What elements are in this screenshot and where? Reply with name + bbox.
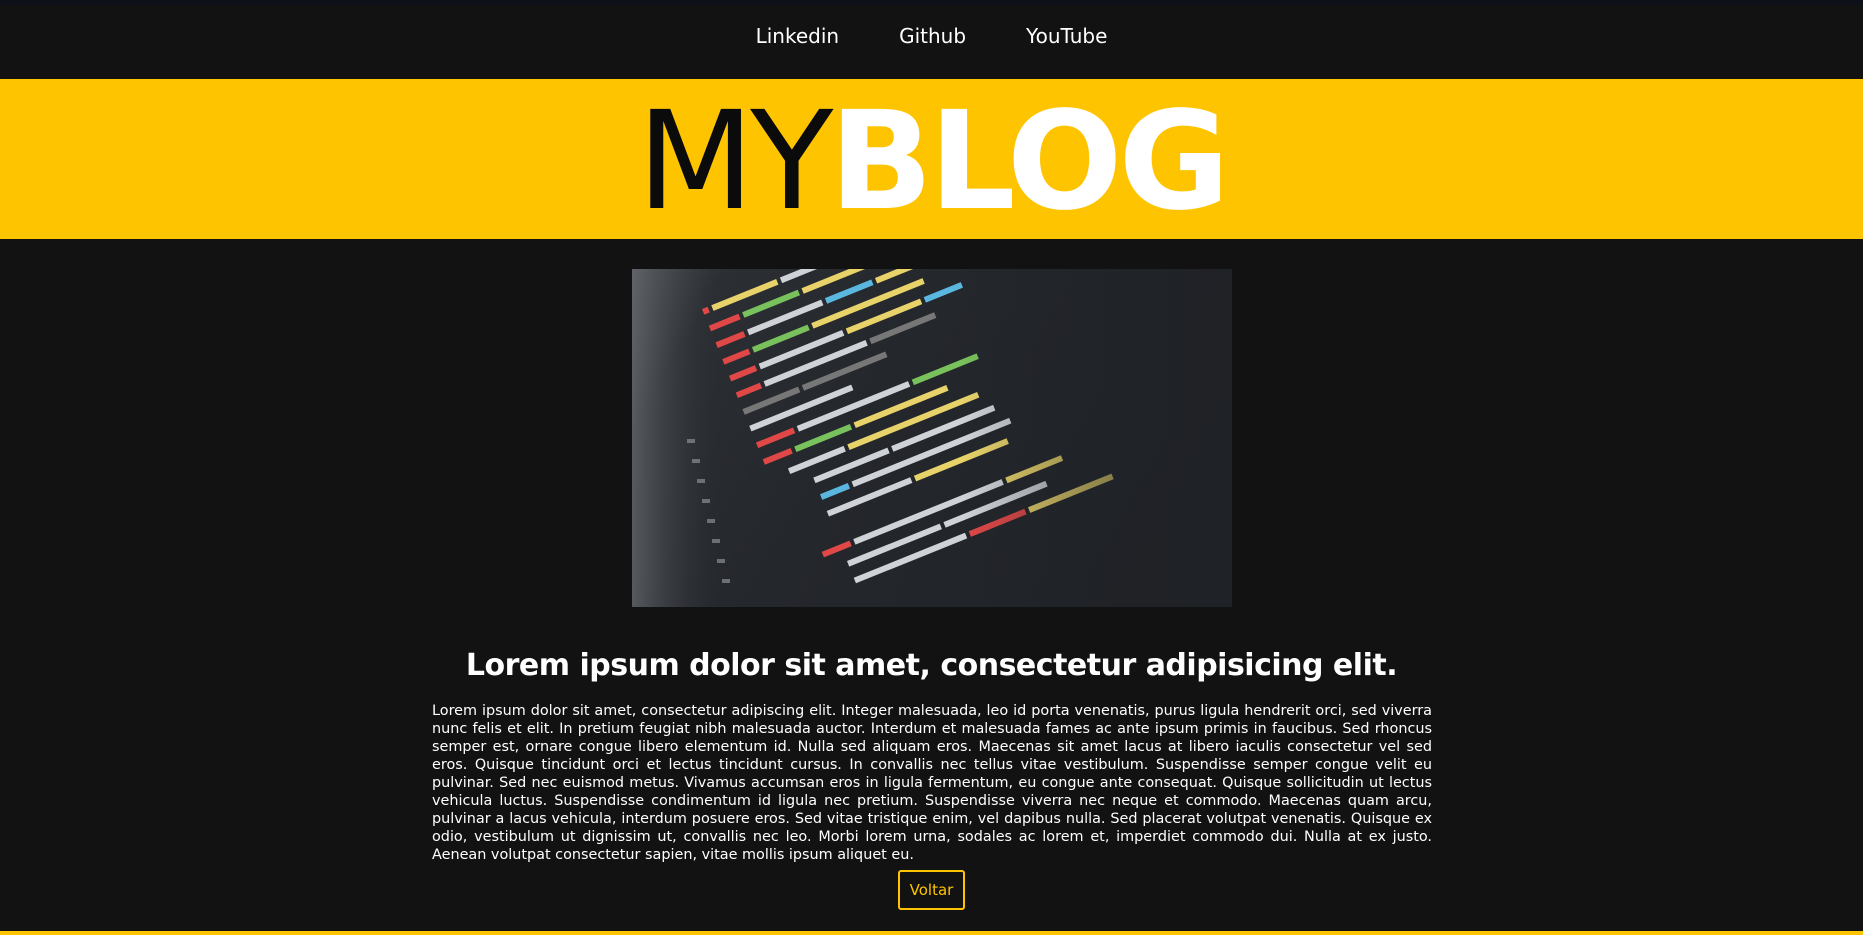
- site-logo[interactable]: MYBLOG: [637, 94, 1230, 230]
- article-hero-image: [632, 269, 1232, 607]
- nav-link-youtube[interactable]: YouTube: [996, 24, 1137, 48]
- logo-my: MY: [636, 83, 833, 241]
- nav-links: Linkedin Github YouTube: [726, 24, 1138, 48]
- header-banner: MYBLOG: [0, 79, 1863, 239]
- article-title: Lorem ipsum dolor sit amet, consectetur …: [465, 648, 1398, 684]
- logo-blog: BLOG: [829, 83, 1230, 241]
- footer-accent-line: [0, 931, 1863, 935]
- code-screen-image: [632, 269, 1232, 607]
- back-button[interactable]: Voltar: [898, 870, 965, 910]
- article-body: Lorem ipsum dolor sit amet, consectetur …: [432, 703, 1432, 864]
- nav-link-linkedin[interactable]: Linkedin: [726, 24, 869, 48]
- top-nav: Linkedin Github YouTube: [0, 5, 1863, 79]
- nav-link-github[interactable]: Github: [869, 24, 996, 48]
